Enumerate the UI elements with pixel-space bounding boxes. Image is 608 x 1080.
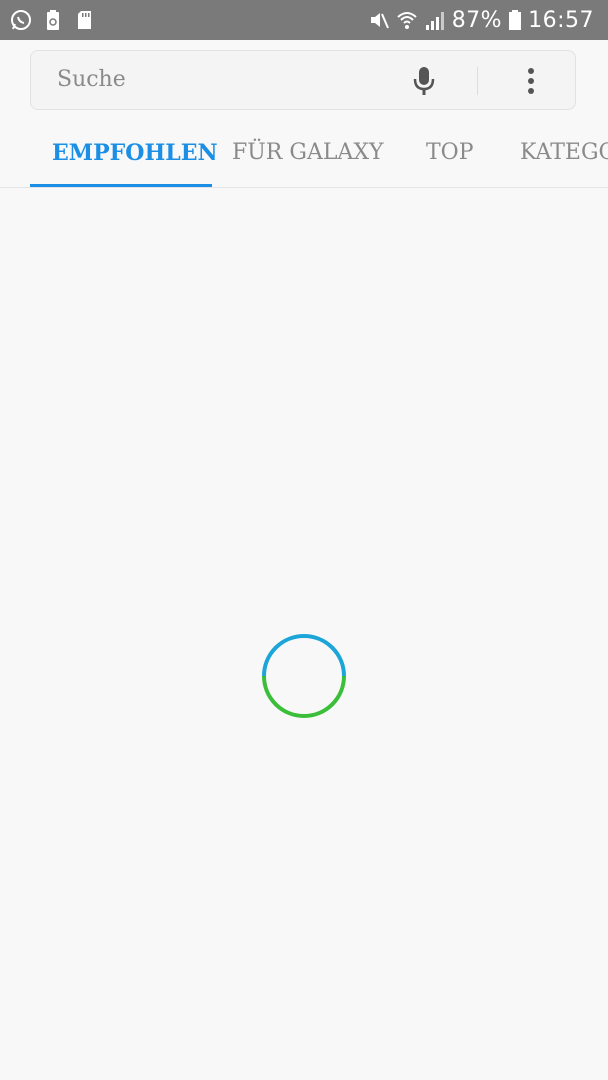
- search-divider: [477, 67, 478, 95]
- spinner-arc-blue: [262, 634, 346, 677]
- tab-bar: EMPFOHLEN FÜR GALAXY TOP KATEGO: [0, 126, 608, 188]
- tab-fuer-galaxy[interactable]: FÜR GALAXY: [232, 140, 384, 165]
- status-bar: 87% 16:57: [0, 0, 608, 40]
- whatsapp-icon: [10, 9, 32, 31]
- sd-card-icon: [74, 9, 96, 31]
- more-vert-icon[interactable]: [521, 65, 541, 97]
- wifi-icon: [396, 9, 418, 31]
- recycle-battery-icon: [42, 9, 64, 31]
- battery-percent: 87%: [451, 7, 503, 33]
- tab-top[interactable]: TOP: [426, 140, 474, 165]
- mic-icon[interactable]: [409, 65, 439, 97]
- mute-icon: [368, 9, 390, 31]
- battery-icon: [508, 9, 522, 31]
- spinner-arc-green: [262, 675, 346, 718]
- signal-icon: [424, 9, 446, 31]
- loading-spinner: [260, 632, 348, 720]
- search-input[interactable]: Suche: [57, 67, 126, 92]
- notification-icons: [10, 8, 96, 32]
- tab-empfohlen[interactable]: EMPFOHLEN: [52, 140, 218, 166]
- system-status: 87% 16:57: [368, 6, 594, 34]
- active-tab-indicator: [30, 184, 212, 187]
- clock: 16:57: [528, 7, 594, 33]
- tab-kategorien[interactable]: KATEGO: [520, 140, 608, 165]
- search-bar[interactable]: Suche: [30, 50, 576, 110]
